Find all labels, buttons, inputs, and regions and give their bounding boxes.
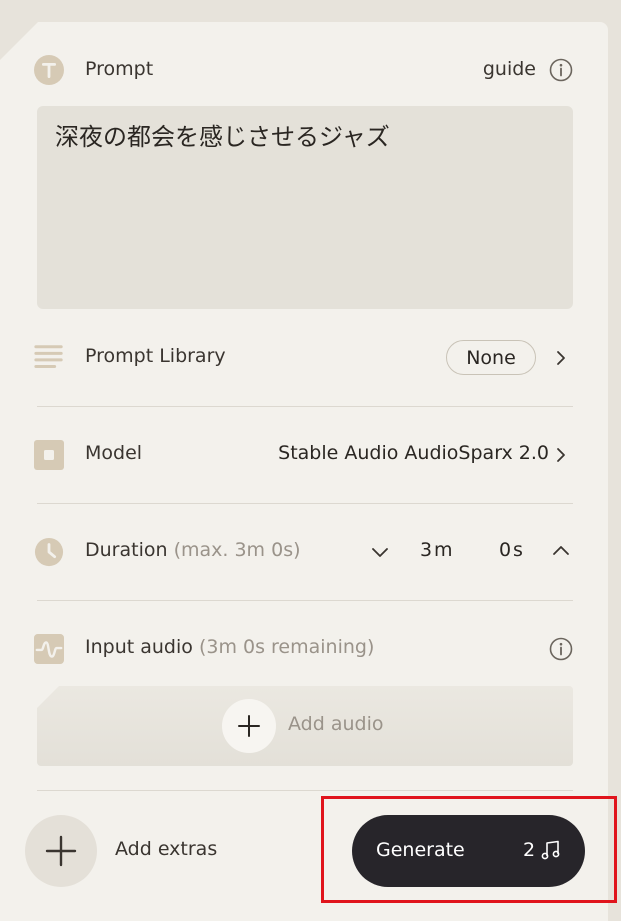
duration-seconds-value: 0 [499,539,512,561]
prompt-textarea[interactable]: 深夜の都会を感じさせるジャズ [37,106,573,309]
prompt-label: Prompt [85,58,154,80]
plus-icon [238,715,260,737]
duration-seconds[interactable]: 0 s [499,539,523,561]
prompt-library-label: Prompt Library [85,345,226,367]
input-audio-info-icon[interactable] [549,637,573,661]
duration-title: Duration [85,539,168,561]
waveform-icon [34,634,64,664]
input-audio-title: Input audio [85,636,193,658]
generate-button[interactable]: Generate 2 [352,815,585,887]
clock-icon [34,537,64,567]
divider [37,503,573,504]
prompt-guide-link[interactable]: guide [483,58,536,80]
divider [37,790,573,791]
duration-label: Duration (max. 3m 0s) [85,539,301,561]
text-t-icon [34,55,64,85]
generate-label: Generate [376,839,465,861]
divider [37,406,573,407]
duration-minutes-value: 3 [420,539,433,561]
add-extras-button[interactable] [25,815,97,887]
prompt-library-value[interactable]: None [446,340,536,375]
add-audio-label[interactable]: Add audio [288,713,383,735]
prompt-info-icon[interactable] [549,58,573,82]
chevron-right-icon[interactable] [552,446,570,464]
model-label: Model [85,442,143,464]
model-value[interactable]: Stable Audio AudioSparx 2.0 [278,442,549,464]
divider [37,600,573,601]
duration-minutes[interactable]: 3 m [420,539,453,561]
input-audio-label: Input audio (3m 0s remaining) [85,636,374,658]
duration-minutes-unit: m [434,539,453,561]
chevron-down-icon[interactable] [371,543,389,561]
add-audio-button[interactable] [222,699,276,753]
list-lines-icon [34,343,64,373]
plus-icon [45,835,77,867]
duration-hint: (max. 3m 0s) [173,539,301,561]
add-extras-label[interactable]: Add extras [115,838,217,860]
model-square-icon [34,440,64,470]
chevron-up-icon[interactable] [552,541,570,559]
music-note-icon [541,840,560,860]
duration-seconds-unit: s [513,539,523,561]
chevron-right-icon[interactable] [552,349,570,367]
input-audio-hint: (3m 0s remaining) [198,636,375,658]
generate-count: 2 [523,839,536,861]
